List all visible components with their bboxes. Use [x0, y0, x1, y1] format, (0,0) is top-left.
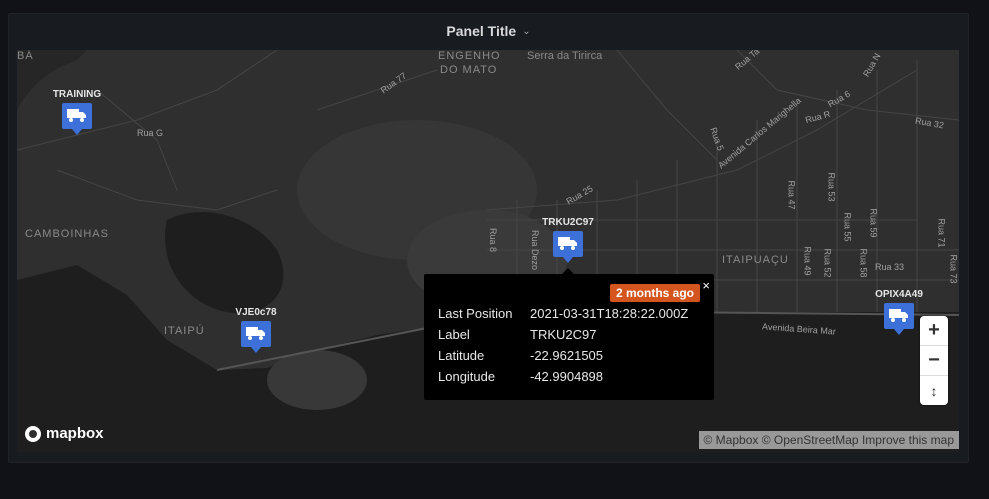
place-label: ITAIPUAÇU: [722, 254, 789, 266]
mapbox-logo-text: mapbox: [46, 425, 104, 442]
vehicle-marker[interactable]: TRKU2C97: [538, 217, 598, 263]
popup-key: Longitude: [438, 369, 496, 384]
street-label: Rua 33: [875, 262, 905, 272]
attribution-osm-link[interactable]: © OpenStreetMap: [762, 433, 859, 447]
street-label: Rua 53: [826, 172, 837, 202]
place-label: Serra da Tirirca: [527, 50, 603, 62]
marker-label: TRAINING: [52, 89, 102, 100]
popup-details: Last Position 2021-03-31T18:28:22.000Z L…: [438, 303, 688, 387]
truck-icon[interactable]: [241, 321, 271, 353]
place-label: CAMBOINHAS: [25, 228, 109, 240]
chevron-down-icon[interactable]: ⌄: [522, 26, 530, 37]
popup-value: 2021-03-31T18:28:22.000Z: [530, 306, 689, 321]
truck-icon[interactable]: [62, 103, 92, 135]
place-label: ENGENHO: [438, 50, 501, 62]
place-label: BÁ: [17, 50, 34, 62]
mapbox-logo[interactable]: mapbox: [25, 425, 104, 442]
popup-row: Label TRKU2C97: [438, 324, 688, 345]
marker-label: OPIX4A49: [875, 289, 923, 300]
popup-key: Label: [438, 327, 470, 342]
panel-title[interactable]: Panel Title: [446, 23, 516, 39]
street-label: Rua 55: [842, 212, 853, 242]
street-label: Rua 52: [822, 248, 833, 278]
popup-row: Last Position 2021-03-31T18:28:22.000Z: [438, 303, 688, 324]
popup-value: -42.9904898: [530, 369, 604, 384]
close-icon[interactable]: ×: [702, 278, 710, 293]
popup-key: Latitude: [438, 348, 485, 363]
zoom-out-button[interactable]: −: [920, 346, 948, 376]
time-ago-badge: 2 months ago: [609, 284, 700, 302]
street-label: Rua 71: [936, 218, 947, 248]
compass-button[interactable]: ↕: [920, 376, 948, 405]
zoom-in-button[interactable]: +: [920, 316, 948, 346]
street-label: Rua 73: [948, 254, 959, 284]
mapbox-logo-icon: [25, 425, 41, 442]
popup-key: Last Position: [438, 306, 513, 321]
truck-icon[interactable]: [553, 231, 583, 263]
map-attribution: © Mapbox © OpenStreetMap Improve this ma…: [698, 431, 959, 449]
street-label: Rua 59: [868, 208, 879, 238]
vehicle-marker[interactable]: TRAINING: [47, 89, 107, 135]
vehicle-marker[interactable]: VJE0c78: [226, 307, 286, 353]
attribution-mapbox-link[interactable]: © Mapbox: [704, 433, 759, 447]
popup-value: TRKU2C97: [530, 327, 597, 342]
truck-icon[interactable]: [884, 303, 914, 335]
street-label: Rua G: [137, 128, 164, 138]
street-label: Rua 47: [786, 180, 797, 210]
popup-row: Latitude -22.9621505: [438, 345, 688, 366]
street-label: Rua 58: [858, 248, 869, 278]
panel-header[interactable]: Panel Title ⌄: [9, 14, 968, 48]
improve-map-link[interactable]: Improve this map: [862, 433, 954, 447]
street-label: Rua 8: [488, 227, 499, 253]
marker-label: TRKU2C97: [542, 217, 594, 228]
place-label: ITAIPÚ: [164, 325, 205, 337]
place-label: DO MATO: [440, 64, 498, 76]
map-zoom-controls: + − ↕: [920, 316, 948, 405]
popup-value: -22.9621505: [530, 348, 604, 363]
popup-row: Longitude -42.9904898: [438, 366, 688, 387]
street-label: Rua 49: [802, 246, 813, 276]
map-canvas[interactable]: BÁ ENGENHO DO MATO Serra da Tirirca CAMB…: [17, 50, 959, 452]
marker-popup: × 2 months ago Last Position 2021-03-31T…: [424, 268, 714, 400]
marker-label: VJE0c78: [235, 307, 277, 318]
